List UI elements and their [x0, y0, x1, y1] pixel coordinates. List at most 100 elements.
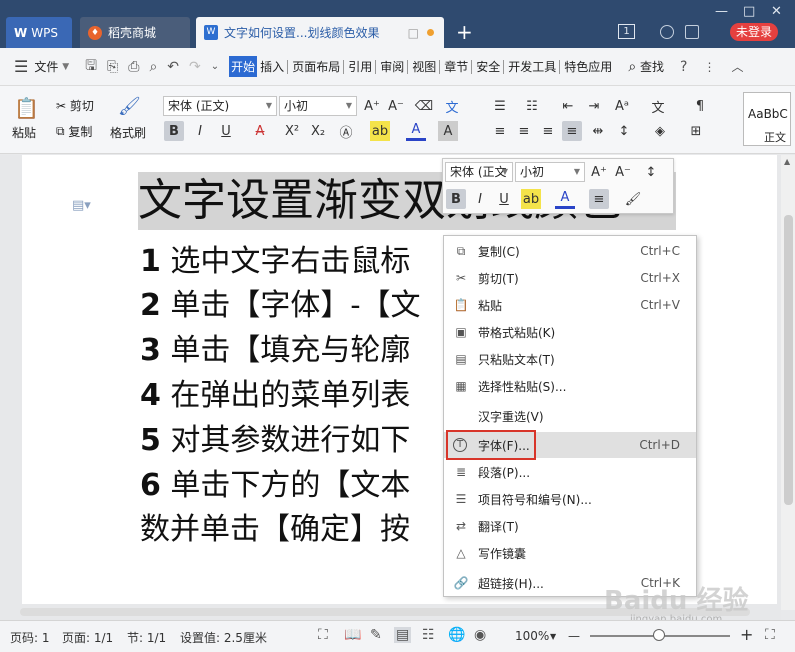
close-window-icon[interactable]: ✕ [771, 4, 782, 19]
shirt-icon[interactable] [685, 25, 699, 39]
menu-item-paragraph[interactable]: ≣ 段落(P)... [444, 459, 696, 485]
document-line[interactable]: 1 选中文字右击鼠标 [140, 242, 442, 282]
font-color-icon[interactable]: A [555, 189, 575, 209]
zoom-level[interactable]: 100% [515, 629, 549, 643]
login-button[interactable]: 未登录 [730, 23, 778, 41]
tab-features[interactable]: 特色应用 [562, 56, 614, 77]
grow-font-icon[interactable]: A⁺ [362, 96, 382, 116]
fit-window-icon[interactable]: ⛶ [765, 627, 775, 643]
document-line[interactable]: 数并单击【确定】按 [140, 510, 442, 550]
menu-item-reconvert[interactable]: 汉字重选(V) [444, 403, 696, 429]
save-icon[interactable]: 🖫 [85, 55, 97, 79]
bold-icon[interactable]: B [164, 121, 184, 141]
decrease-indent-icon[interactable]: ⇤ [558, 96, 578, 116]
menu-item-cut[interactable]: ✂ 剪切(T) Ctrl+X [444, 265, 696, 291]
grow-font-icon[interactable]: A⁺ [589, 162, 609, 182]
menu-item-bullets[interactable]: ☰ 项目符号和编号(N)... [444, 486, 696, 512]
tab-chapter[interactable]: 章节 [442, 56, 470, 77]
menu-item-paste-special[interactable]: ▦ 选择性粘贴(S)... [444, 373, 696, 399]
tab-view[interactable]: 视图 [410, 56, 438, 77]
format-painter-icon[interactable]: 🖌 [118, 96, 141, 117]
tab-page-layout[interactable]: 页面布局 [290, 56, 342, 77]
tab-insert[interactable]: 插入 [258, 56, 286, 77]
numbering-icon[interactable]: ☷ [522, 96, 542, 116]
fullscreen-icon[interactable]: ⛶ [318, 627, 328, 643]
status-page[interactable]: 页码: 1 [10, 629, 50, 646]
write-mode-icon[interactable]: ✎ [370, 627, 382, 643]
align-left-icon[interactable]: ≡ [490, 121, 510, 141]
tab-restore-icon[interactable]: □ [408, 26, 419, 40]
scroll-up-icon[interactable]: ▲ [784, 157, 790, 166]
distribute-icon[interactable]: ⇹ [588, 121, 608, 141]
tab-references[interactable]: 引用 [346, 56, 374, 77]
tab-document[interactable]: W 文字如何设置...划线颜色效果 □ [196, 17, 444, 48]
italic-icon[interactable]: I [470, 189, 490, 209]
tab-wps[interactable]: W WPS [6, 17, 72, 48]
change-case-icon[interactable]: Aᵃ [612, 96, 632, 116]
tab-developer[interactable]: 开发工具 [506, 56, 558, 77]
page-view-icon[interactable]: ▤ [394, 627, 412, 643]
status-section[interactable]: 节: 1/1 [127, 629, 166, 646]
status-pages[interactable]: 页面: 1/1 [62, 629, 113, 646]
paste-button[interactable]: 粘贴 [12, 124, 36, 141]
menu-item-copy[interactable]: ⧉ 复制(C) Ctrl+C [444, 238, 696, 264]
font-name-select[interactable]: 宋体 (正文) ▼ [163, 96, 277, 116]
text-effect-icon[interactable]: Ⓐ [336, 121, 356, 141]
line-spacing-icon[interactable]: ↕ [614, 121, 634, 141]
zoom-out-button[interactable]: — [568, 629, 580, 643]
italic-icon[interactable]: I [190, 121, 210, 141]
line-spacing-icon[interactable]: ↕ [641, 162, 661, 182]
tab-home[interactable]: 开始 [229, 56, 258, 77]
eye-protection-icon[interactable]: ◉ [474, 627, 486, 643]
style-gallery-item[interactable]: AaBbC 正文 [743, 92, 791, 146]
export-icon[interactable]: ⎘ [107, 59, 118, 75]
redo-icon[interactable]: ↷ [189, 59, 201, 75]
scrollbar-thumb[interactable] [784, 215, 793, 505]
zoom-in-button[interactable]: + [740, 625, 753, 644]
clear-format-icon[interactable]: ⌫ [414, 96, 434, 116]
copy-button[interactable]: ⧉ 复制 [56, 123, 92, 140]
chinese-layout-icon[interactable]: 文 [648, 96, 668, 116]
outline-view-icon[interactable]: ☷ [422, 627, 435, 643]
subscript-icon[interactable]: X₂ [308, 121, 328, 141]
web-view-icon[interactable]: 🌐 [448, 627, 465, 643]
menu-item-paste[interactable]: 📋 粘贴 Ctrl+V [444, 292, 696, 318]
document-line[interactable]: 6 单击下方的【文本 [140, 466, 442, 506]
highlight-icon[interactable]: ab [370, 121, 390, 141]
char-shading-icon[interactable]: A [438, 121, 458, 141]
document-line[interactable]: 3 单击【填充与轮廓 [140, 331, 442, 371]
file-menu[interactable]: 文件 ▼ [34, 58, 69, 75]
print-icon[interactable]: ⎙ [128, 59, 139, 75]
maximize-icon[interactable]: □ [743, 4, 755, 19]
menu-item-writing[interactable]: △ 写作镜囊 [444, 540, 696, 566]
print-preview-icon[interactable]: ⌕ [149, 59, 157, 75]
document-line[interactable]: 2 单击【字体】-【文 [140, 286, 442, 326]
more-icon[interactable]: ⋮ [703, 60, 715, 74]
document-line[interactable]: 4 在弹出的菜单列表 [140, 376, 442, 416]
zoom-dropdown-icon[interactable]: ▼ [550, 632, 556, 641]
tab-security[interactable]: 安全 [474, 56, 502, 77]
align-center-icon[interactable]: ≡ [514, 121, 534, 141]
format-painter-button[interactable]: 格式刷 [110, 124, 146, 141]
show-marks-icon[interactable]: ¶ [690, 96, 710, 116]
font-color-icon[interactable]: A [406, 121, 426, 141]
underline-icon[interactable]: U [216, 121, 236, 141]
tab-daoke-store[interactable]: ♦ 稻壳商城 [80, 17, 190, 48]
mini-font-name-select[interactable]: 宋体 (正文 ▼ [445, 162, 513, 182]
vertical-scrollbar[interactable]: ▲ [781, 155, 795, 610]
skin-icon[interactable] [660, 25, 674, 39]
shading-fill-icon[interactable]: ◈ [650, 121, 670, 141]
bullets-icon[interactable]: ☰ [490, 96, 510, 116]
window-count-badge[interactable]: 1 [618, 24, 635, 39]
underline-icon[interactable]: U [494, 189, 514, 209]
quick-access-dropdown-icon[interactable]: ⌄ [211, 61, 219, 72]
increase-indent-icon[interactable]: ⇥ [584, 96, 604, 116]
bold-icon[interactable]: B [446, 189, 466, 209]
justify-icon[interactable]: ≡ [562, 121, 582, 141]
shrink-font-icon[interactable]: A⁻ [613, 162, 633, 182]
menu-item-paste-text[interactable]: ▤ 只粘贴文本(T) [444, 346, 696, 372]
mini-font-size-select[interactable]: 小初 ▼ [515, 162, 585, 182]
minimize-icon[interactable]: — [715, 4, 728, 19]
tab-review[interactable]: 审阅 [378, 56, 406, 77]
shrink-font-icon[interactable]: A⁻ [386, 96, 406, 116]
